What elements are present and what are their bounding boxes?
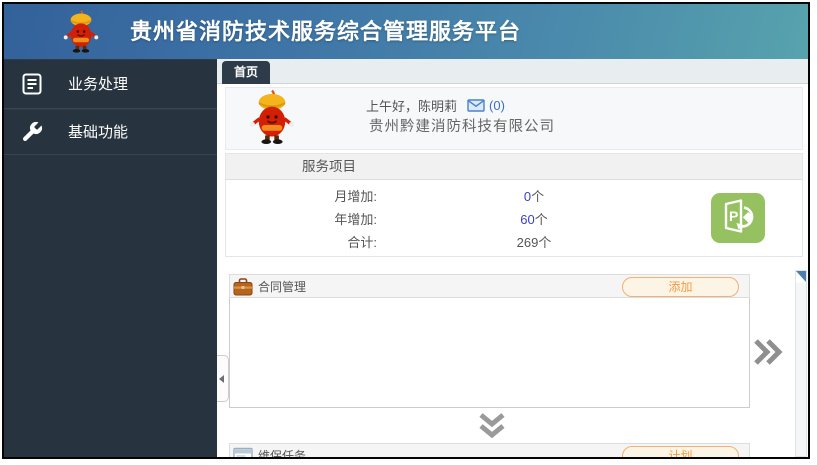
greeting-text: 上午好，陈明莉: [366, 96, 457, 115]
sidebar-item-label: 业务处理: [68, 73, 128, 94]
project-green-icon[interactable]: P: [711, 193, 765, 243]
scrollbar-arrow-icon[interactable]: [796, 271, 806, 283]
svg-text:P: P: [729, 208, 738, 224]
stat-suffix: 个: [531, 189, 544, 204]
screenshot-stage: 贵州省消防技术服务综合管理服务平台 业务处理 基础功能: [0, 0, 817, 465]
sidebar-item-basic[interactable]: 基础功能: [4, 109, 217, 155]
stat-suffix: 个: [538, 235, 551, 250]
stat-value: 60: [520, 212, 534, 227]
contract-panel-title: 合同管理: [258, 275, 306, 299]
tab-home[interactable]: 首页: [222, 61, 270, 84]
fire-mascot-avatar: [249, 89, 295, 145]
expand-down-icon[interactable]: [478, 413, 506, 439]
briefcase-icon: [233, 278, 253, 296]
mailbox-link[interactable]: (0): [467, 98, 505, 113]
app-header: 贵州省消防技术服务综合管理服务平台: [4, 4, 808, 59]
window-icon: [233, 447, 253, 457]
stat-label: 年增加:: [226, 208, 377, 231]
contract-panel-header: 合同管理 添加: [229, 274, 750, 298]
sidebar-collapse-handle[interactable]: [217, 355, 229, 402]
main-content: 首页: [217, 59, 808, 457]
maintenance-plan-button[interactable]: 计划: [622, 446, 739, 457]
vertical-scrollbar[interactable]: [795, 270, 807, 457]
envelope-icon: [467, 99, 485, 112]
sidebar: 业务处理 基础功能: [4, 59, 217, 457]
sidebar-item-business[interactable]: 业务处理: [4, 59, 217, 109]
company-name: 贵州黔建消防科技有限公司: [369, 115, 555, 136]
service-projects-title: 服务项目: [226, 154, 802, 180]
page-title: 贵州省消防技术服务综合管理服务平台: [130, 4, 521, 59]
service-projects-panel: 服务项目 月增加: 0个 年增加: 60个 合计: 269个 P: [225, 153, 803, 257]
fire-mascot-logo-icon: [63, 9, 99, 54]
expand-right-icon[interactable]: [753, 337, 783, 367]
document-icon: [20, 72, 44, 96]
contract-add-button[interactable]: 添加: [622, 277, 739, 297]
stat-label: 合计:: [226, 231, 377, 254]
mail-count: (0): [489, 98, 505, 113]
contract-panel-body: [229, 298, 750, 408]
wrench-icon: [20, 120, 44, 144]
stat-label: 月增加:: [226, 185, 377, 208]
stat-suffix: 个: [535, 212, 548, 227]
app-window: 贵州省消防技术服务综合管理服务平台 业务处理 基础功能: [2, 2, 810, 459]
sidebar-item-label: 基础功能: [68, 121, 128, 142]
tab-bar: 首页: [217, 59, 808, 84]
maintenance-panel-title: 维保任务: [258, 444, 306, 457]
maintenance-panel-header: 维保任务 计划: [229, 443, 750, 457]
stat-value: 269: [517, 235, 539, 250]
welcome-panel: 上午好，陈明莉 (0) 贵州黔建消防科技有限公司: [225, 87, 803, 150]
